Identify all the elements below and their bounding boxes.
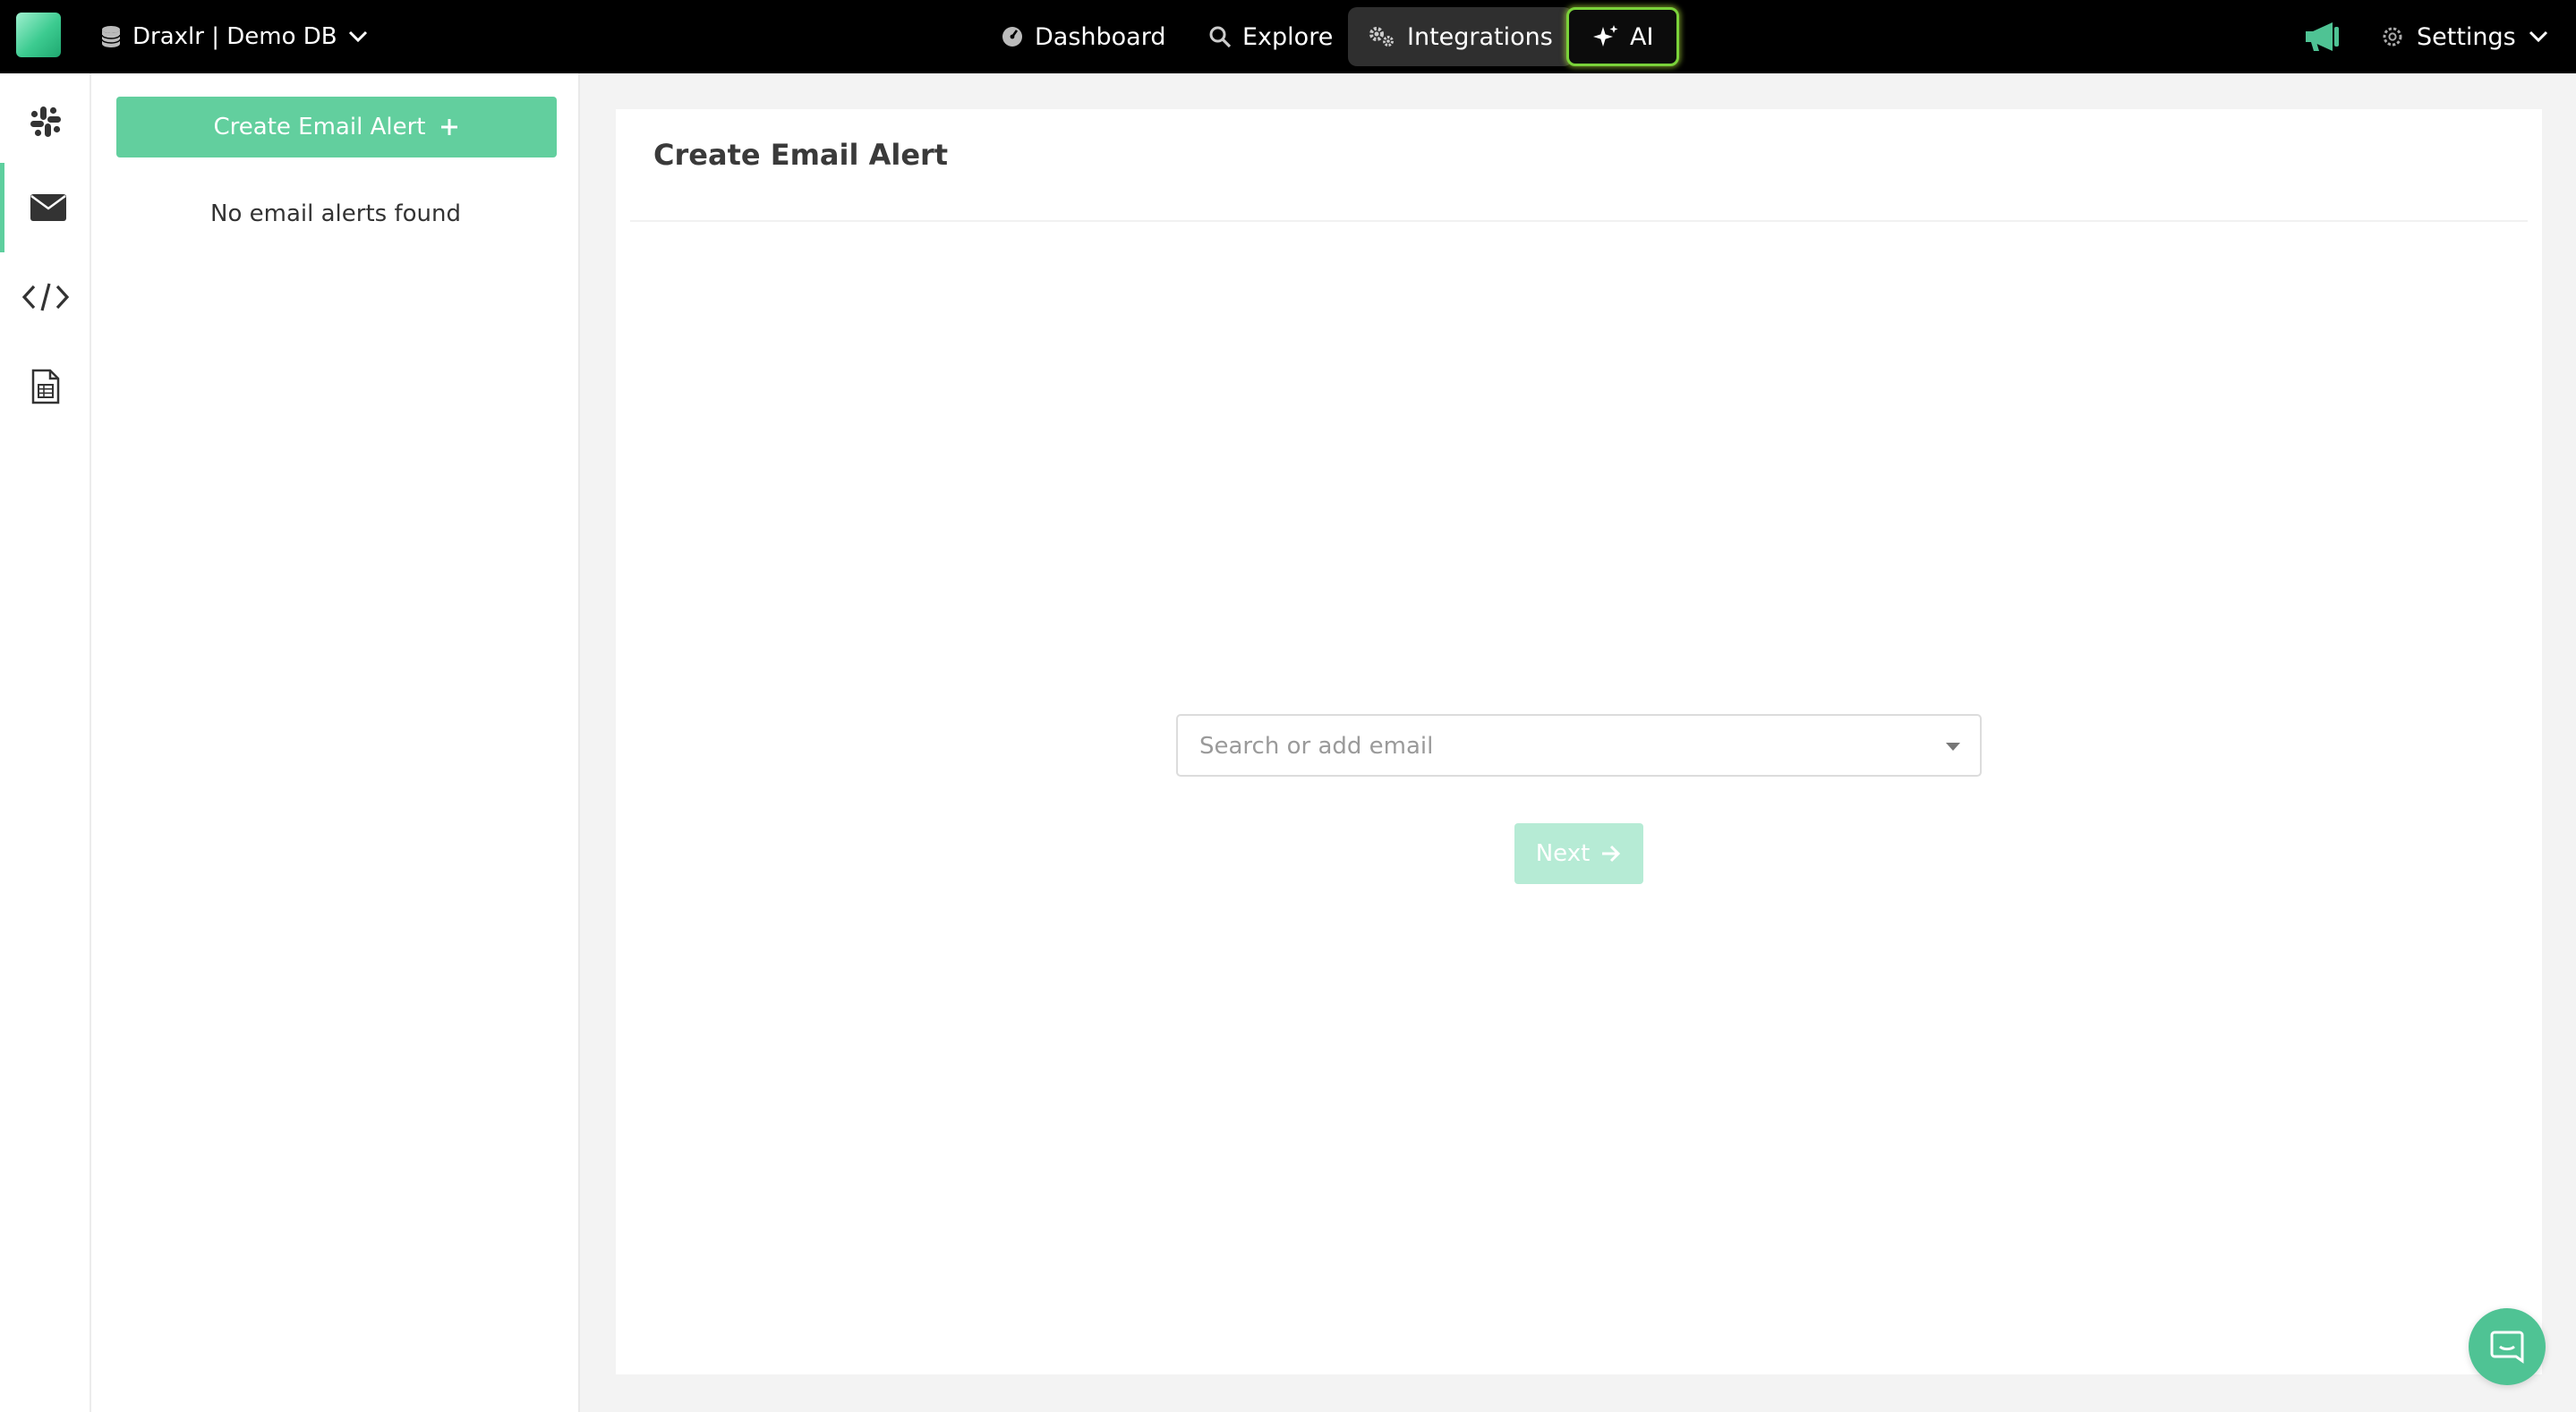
gears-icon (1369, 27, 1394, 47)
sparkle-icon (1593, 25, 1618, 47)
slack-icon (30, 106, 61, 137)
search-email-input[interactable] (1198, 716, 1899, 777)
announcements-megaphone-icon[interactable] (2302, 20, 2341, 54)
create-alert-card: Create Email Alert Next (616, 109, 2542, 1374)
email-select[interactable] (1176, 714, 1982, 777)
nav-ai[interactable]: AI (1566, 7, 1680, 66)
page-title: Create Email Alert (653, 138, 949, 172)
create-email-alert-button[interactable]: Create Email Alert (116, 97, 557, 157)
database-icon (101, 26, 121, 47)
sheet-icon (31, 369, 60, 404)
nav-integrations-label: Integrations (1407, 22, 1553, 51)
create-email-alert-label: Create Email Alert (213, 114, 426, 140)
next-button[interactable]: Next (1514, 823, 1643, 884)
chevron-down-icon (348, 30, 367, 43)
search-icon (1209, 26, 1232, 48)
nav-ai-label: AI (1630, 22, 1654, 51)
envelope-icon (30, 194, 66, 221)
top-bar: Draxlr | Demo DB Dashboard Explore Integ… (0, 0, 2576, 73)
code-embed-icon (21, 283, 70, 311)
title-divider (630, 220, 2528, 222)
gear-icon (2383, 27, 2402, 47)
database-selector[interactable]: Draxlr | Demo DB (100, 0, 368, 73)
next-label: Next (1535, 840, 1591, 867)
integration-rail (0, 73, 91, 1412)
support-chat-button[interactable] (2469, 1308, 2546, 1385)
nav-dashboard[interactable]: Dashboard (981, 7, 1185, 66)
settings-menu[interactable]: Settings (2381, 0, 2548, 73)
dropdown-caret-icon[interactable] (1946, 743, 1960, 751)
nav-integrations[interactable]: Integrations (1348, 7, 1573, 66)
nav-dashboard-label: Dashboard (1035, 22, 1166, 51)
nav-explore[interactable]: Explore (1189, 7, 1352, 66)
rail-item-email[interactable] (0, 163, 91, 252)
settings-label: Settings (2417, 22, 2516, 51)
empty-alerts-message: No email alerts found (210, 200, 461, 227)
chat-icon (2490, 1331, 2524, 1364)
rail-item-embed[interactable] (0, 252, 91, 342)
arrow-right-icon (1602, 845, 1621, 863)
dashboard-gauge-icon (1002, 27, 1022, 47)
database-selector-label: Draxlr | Demo DB (132, 23, 337, 50)
rail-item-sheets[interactable] (0, 342, 91, 431)
app-logo[interactable] (16, 13, 61, 57)
rail-item-slack[interactable] (0, 77, 91, 166)
nav-explore-label: Explore (1242, 22, 1334, 51)
chevron-down-icon (2529, 30, 2547, 43)
email-alerts-panel: Create Email Alert No email alerts found (91, 73, 580, 1412)
plus-icon (441, 119, 458, 135)
